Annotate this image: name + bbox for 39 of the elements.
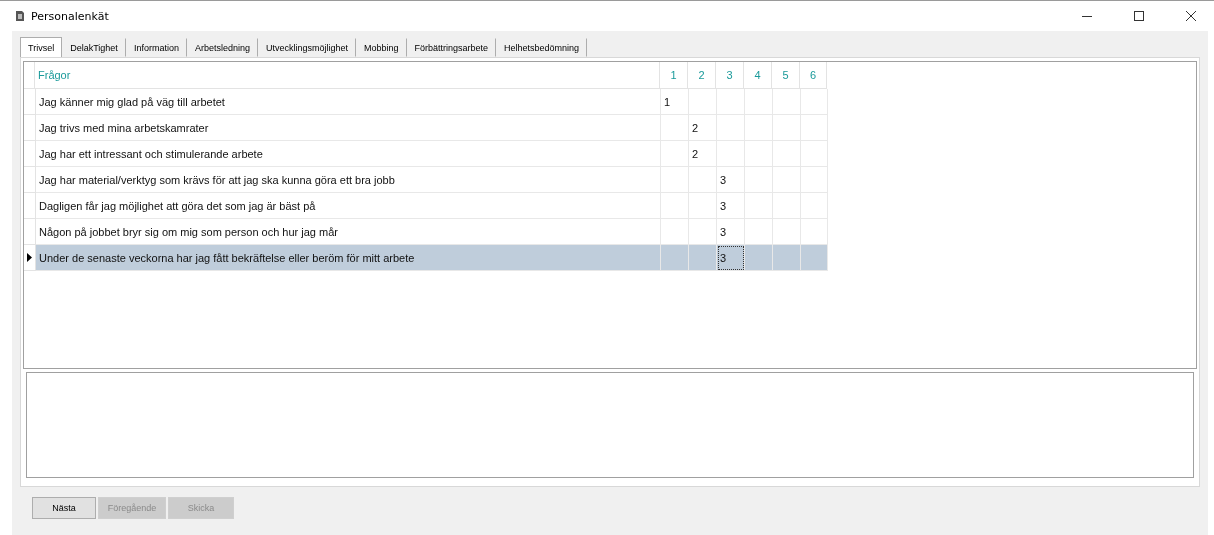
answer-cell[interactable] [773,219,801,245]
answer-cell[interactable]: 3 [717,193,745,219]
question-cell: Någon på jobbet bryr sig om mig som person och hur jag mår [36,219,661,245]
answer-cell[interactable]: 2 [689,141,717,167]
app-icon [14,10,25,22]
question-cell: Under de senaste veckorna har jag fått bekräftelse eller beröm för mitt arbete [36,245,661,271]
corner-header [24,62,35,89]
question-cell: Jag har material/verktyg som krävs för att jag ska kunna göra ett bra jobb [36,167,661,193]
maximize-icon [1134,11,1144,21]
answer-cell[interactable] [661,245,689,271]
window-title: Personalenkät [31,9,110,23]
answer-cell[interactable] [689,219,717,245]
minimize-icon [1082,15,1092,17]
answer-cell[interactable] [773,89,801,115]
answer-cell[interactable] [745,245,773,271]
question-cell: Jag trivs med mina arbetskamrater [36,115,661,141]
answer-cell[interactable] [773,245,801,271]
answer-cell[interactable] [745,89,773,115]
answer-cell[interactable]: 2 [689,115,717,141]
answer-cell[interactable]: 3 [717,245,745,271]
answer-cell[interactable]: 3 [717,167,745,193]
answer-cell[interactable] [801,245,828,271]
row-pointer-icon [27,253,32,262]
answer-cell[interactable] [745,219,773,245]
answer-cell[interactable] [801,219,828,245]
answer-cell[interactable] [689,245,717,271]
answer-cell[interactable] [689,89,717,115]
question-cell: Jag känner mig glad på väg till arbetet [36,89,661,115]
tab[interactable]: Trivsel [20,37,63,57]
close-icon [1186,11,1196,21]
comment-field[interactable] [26,372,1194,478]
answer-cell[interactable] [717,89,745,115]
answer-cell[interactable]: 1 [661,89,689,115]
question-cell: Dagligen får jag möjlighet att göra det som jag är bäst på [36,193,661,219]
answer-cell[interactable] [801,89,828,115]
answer-cell[interactable]: 3 [717,219,745,245]
nav-button[interactable]: Nästa [32,497,96,519]
question-cell: Jag har ett intressant och stimulerande arbete [36,141,661,167]
answer-cell[interactable] [661,219,689,245]
